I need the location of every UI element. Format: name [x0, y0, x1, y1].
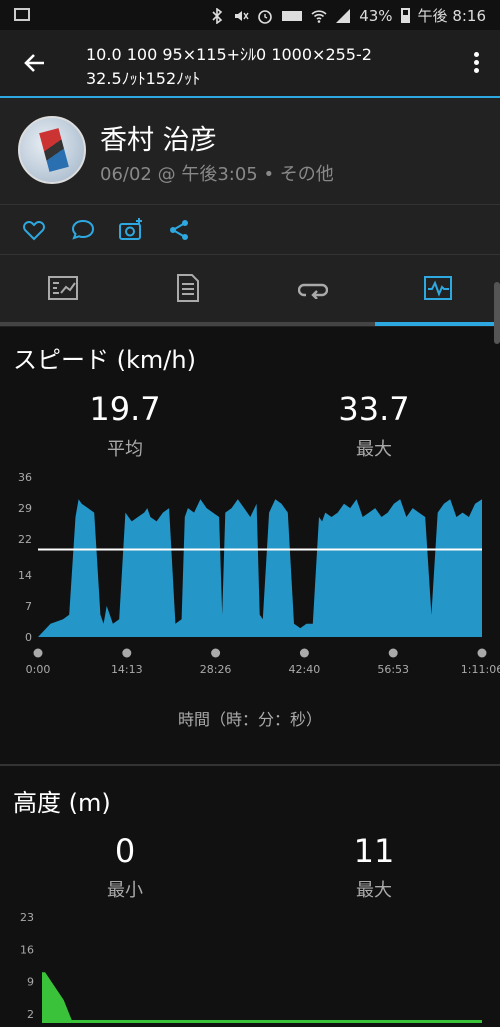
more-options-icon[interactable] — [474, 52, 480, 74]
wifi-icon — [311, 9, 327, 23]
activity-meta: 06/02 @ 午後3:05 • その他 — [100, 164, 334, 185]
speed-x-tick: 28:26 — [200, 663, 232, 676]
speed-average-value: 19.7 — [89, 390, 161, 428]
speed-x-tick: 56:53 — [377, 663, 409, 676]
speed-x-tick: 1:11:06 — [461, 663, 500, 676]
alarm-icon — [258, 9, 273, 24]
signal-icon — [336, 8, 351, 23]
tab-summary[interactable] — [0, 255, 125, 321]
speed-title: スピード (km/h) — [13, 346, 196, 374]
speed-x-tick-dot — [211, 648, 221, 658]
status-bar: 43% 午後 8:16 — [0, 0, 500, 30]
charts-tab-icon — [423, 276, 452, 300]
speed-max-value: 33.7 — [338, 390, 410, 428]
tab-laps[interactable] — [250, 255, 375, 321]
app-bar: 10.0 100 95×115+ｼﾙ0 1000×255-2 32.5ﾉｯﾄ15… — [0, 30, 500, 96]
tab-details[interactable] — [125, 255, 250, 321]
speed-x-tick: 0:00 — [26, 663, 51, 676]
add-photo-icon[interactable] — [118, 217, 144, 243]
speed-chart: 0 7 14 22 29 36 0:00 14:13 28:26 42:40 56:53 1:11:0… — [18, 471, 500, 676]
altitude-y-tick: 9 — [27, 976, 34, 989]
speed-x-tick-dot — [388, 648, 398, 658]
speed-x-axis-title: 時間（時：分：秒） — [177, 710, 322, 729]
battery-icon — [400, 8, 410, 23]
speed-y-tick: 36 — [18, 471, 32, 484]
avatar[interactable] — [18, 116, 86, 184]
volte-icon — [282, 10, 303, 21]
altitude-y-tick: 23 — [20, 911, 34, 924]
speed-x-tick-dot — [122, 648, 132, 658]
speed-y-tick: 22 — [18, 533, 32, 546]
comment-icon[interactable] — [70, 217, 96, 243]
altitude-area — [42, 972, 482, 1023]
details-tab-icon — [176, 274, 199, 302]
altitude-max-value: 11 — [353, 832, 395, 870]
speed-y-tick: 29 — [18, 502, 32, 515]
activity-title-line2: 32.5ﾉｯﾄ152ﾉｯﾄ — [86, 69, 201, 88]
speed-x-tick: 42:40 — [289, 663, 321, 676]
action-bar — [0, 204, 500, 255]
speed-y-tick: 7 — [25, 600, 32, 613]
altitude-min-label: 最小 — [107, 880, 143, 901]
speed-x-tick: 14:13 — [111, 663, 143, 676]
speed-x-tick-dot — [477, 648, 487, 658]
image-icon — [14, 8, 30, 21]
laps-tab-icon — [297, 283, 328, 299]
like-icon[interactable] — [21, 217, 47, 243]
speed-y-tick: 14 — [18, 569, 32, 582]
section-divider — [0, 764, 500, 766]
tab-active-indicator — [375, 322, 500, 326]
speed-x-tick-dot — [33, 648, 43, 658]
speed-average-label: 平均 — [107, 439, 143, 460]
activity-header: 香村 治彦 06/02 @ 午後3:05 • その他 — [0, 98, 500, 204]
speed-area — [38, 499, 482, 637]
share-icon[interactable] — [166, 217, 192, 243]
altitude-y-tick: 2 — [27, 1008, 34, 1021]
speed-y-tick: 0 — [25, 631, 32, 644]
altitude-chart: 2 9 16 23 — [20, 911, 482, 1023]
tab-bar — [0, 254, 500, 327]
speed-x-tick-dot — [299, 648, 309, 658]
summary-tab-icon — [47, 276, 78, 300]
battery-percent: 43% — [359, 6, 393, 25]
bluetooth-icon — [212, 7, 223, 24]
mute-icon — [235, 10, 249, 21]
tab-charts[interactable] — [375, 255, 500, 321]
clock: 午後 8:16 — [417, 7, 486, 25]
scrollbar[interactable] — [494, 282, 500, 344]
activity-title-line1: 10.0 100 95×115+ｼﾙ0 1000×255-2 — [86, 45, 372, 64]
speed-max-label: 最大 — [356, 439, 392, 460]
altitude-y-tick: 16 — [20, 943, 34, 956]
altitude-max-label: 最大 — [356, 880, 392, 901]
back-arrow-icon[interactable] — [22, 50, 48, 76]
user-name: 香村 治彦 — [100, 125, 217, 156]
altitude-title: 高度 (m) — [13, 789, 111, 817]
altitude-min-value: 0 — [114, 832, 136, 870]
